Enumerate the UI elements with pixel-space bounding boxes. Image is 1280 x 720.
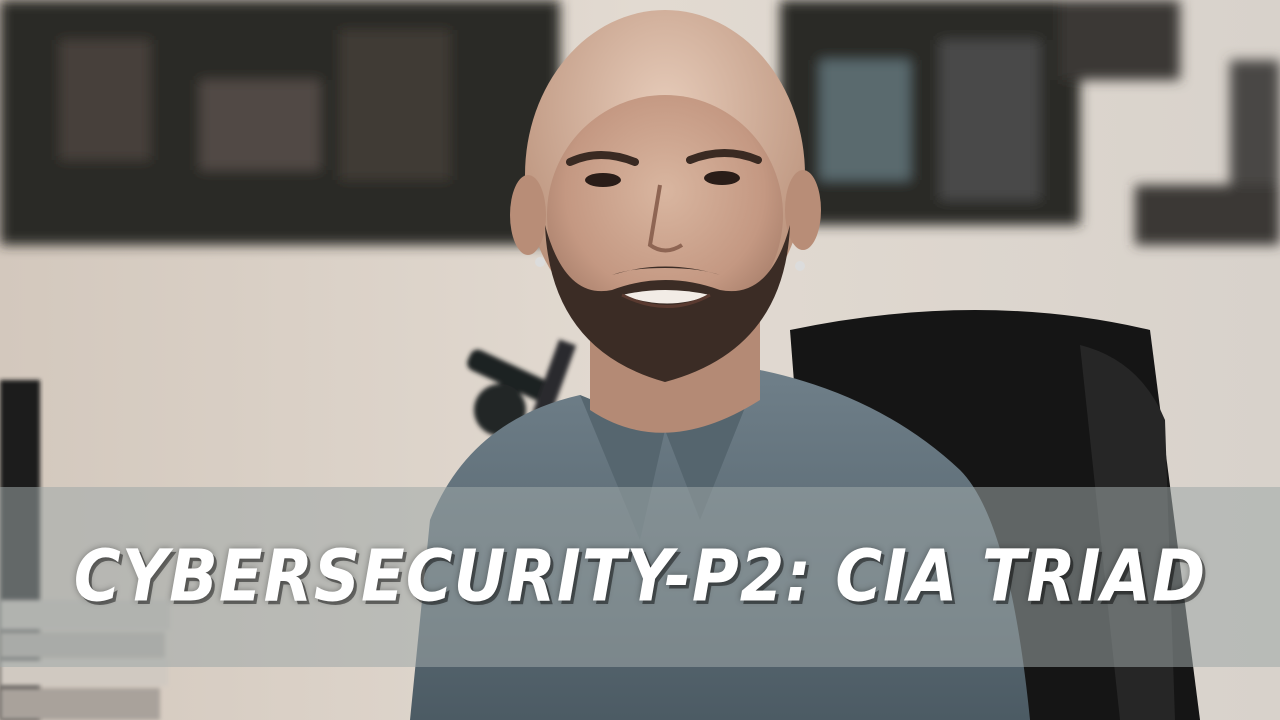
earring-left bbox=[535, 257, 545, 267]
thumbnail-title: CYBERSECURITY-P2: CIA TRIAD bbox=[73, 535, 1207, 619]
earring-right bbox=[795, 261, 805, 271]
